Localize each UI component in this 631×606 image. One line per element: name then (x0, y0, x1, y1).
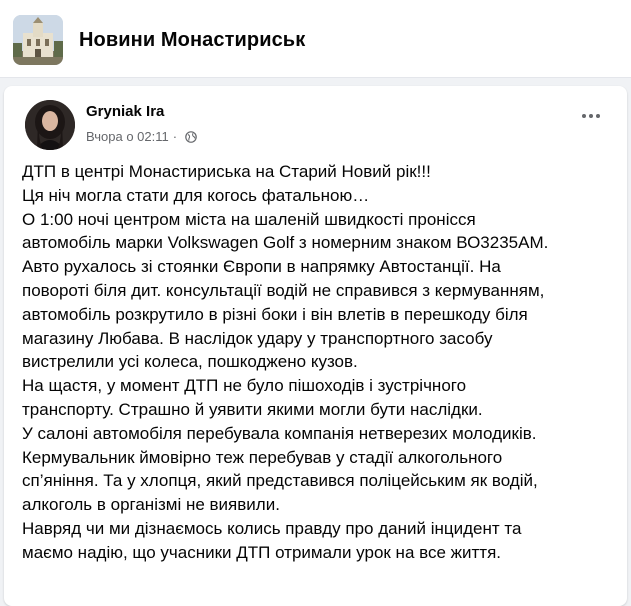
post-text: ДТП в центрі Монастириська на Старий Нов… (22, 160, 622, 565)
author-avatar[interactable] (25, 100, 75, 150)
group-header: Новини Монастириськ (0, 0, 631, 78)
post-line: повороті біля дит. консультації водій не… (22, 280, 545, 300)
author-name[interactable]: Gryniak Ira (86, 103, 164, 120)
post-line: ДТП в центрі Монастириська на Старий Нов… (22, 162, 431, 181)
profile-photo-icon (25, 100, 75, 150)
post-line: транспорту. Страшно й уявити якими могли… (22, 399, 483, 419)
post-line: вистрелили усі колеса, пошкоджено кузов. (22, 352, 358, 372)
more-options-icon[interactable] (577, 108, 605, 124)
post-line: У салоні автомобіля перебувала компанія … (22, 423, 537, 443)
church-photo-icon (13, 15, 63, 65)
post-line: автомобіль розкрутило в різні боки і він… (22, 304, 528, 324)
post-meta: Вчора о 02:11 · (86, 129, 197, 144)
post-line: сп’яніння. Та у хлопця, який представивс… (22, 471, 538, 491)
group-name[interactable]: Новини Монастириськ (79, 29, 305, 52)
post-line: Ця ніч могла стати для когось фатальною… (22, 185, 370, 205)
group-avatar[interactable] (13, 15, 63, 65)
post-line: На щастя, у момент ДТП не було пішоходів… (22, 376, 467, 396)
post-card: Gryniak Ira Вчора о 02:11 · ДТП в центрі… (4, 86, 627, 606)
post-line: Кермувальник ймовірно теж перебував у ст… (22, 447, 503, 467)
post-line: магазину Любава. В наслідок удару у тран… (22, 328, 493, 348)
post-line: Авто рухалось зі стоянки Європи в напрям… (22, 257, 501, 277)
post-line: О 1:00 ночі центром міста на шаленій шви… (22, 209, 476, 229)
post-line: маємо надію, що учасники ДТП отримали ур… (22, 542, 502, 562)
meta-separator: · (172, 129, 178, 144)
post-timestamp[interactable]: Вчора о 02:11 (86, 129, 169, 144)
post-line: Навряд чи ми дізнаємось колись правду пр… (22, 518, 522, 538)
post-line: автомобіль марки Volkswagen Golf з номер… (22, 233, 549, 253)
post-line: алкоголь в організмі не виявили. (22, 495, 280, 515)
globe-icon[interactable] (185, 130, 197, 143)
